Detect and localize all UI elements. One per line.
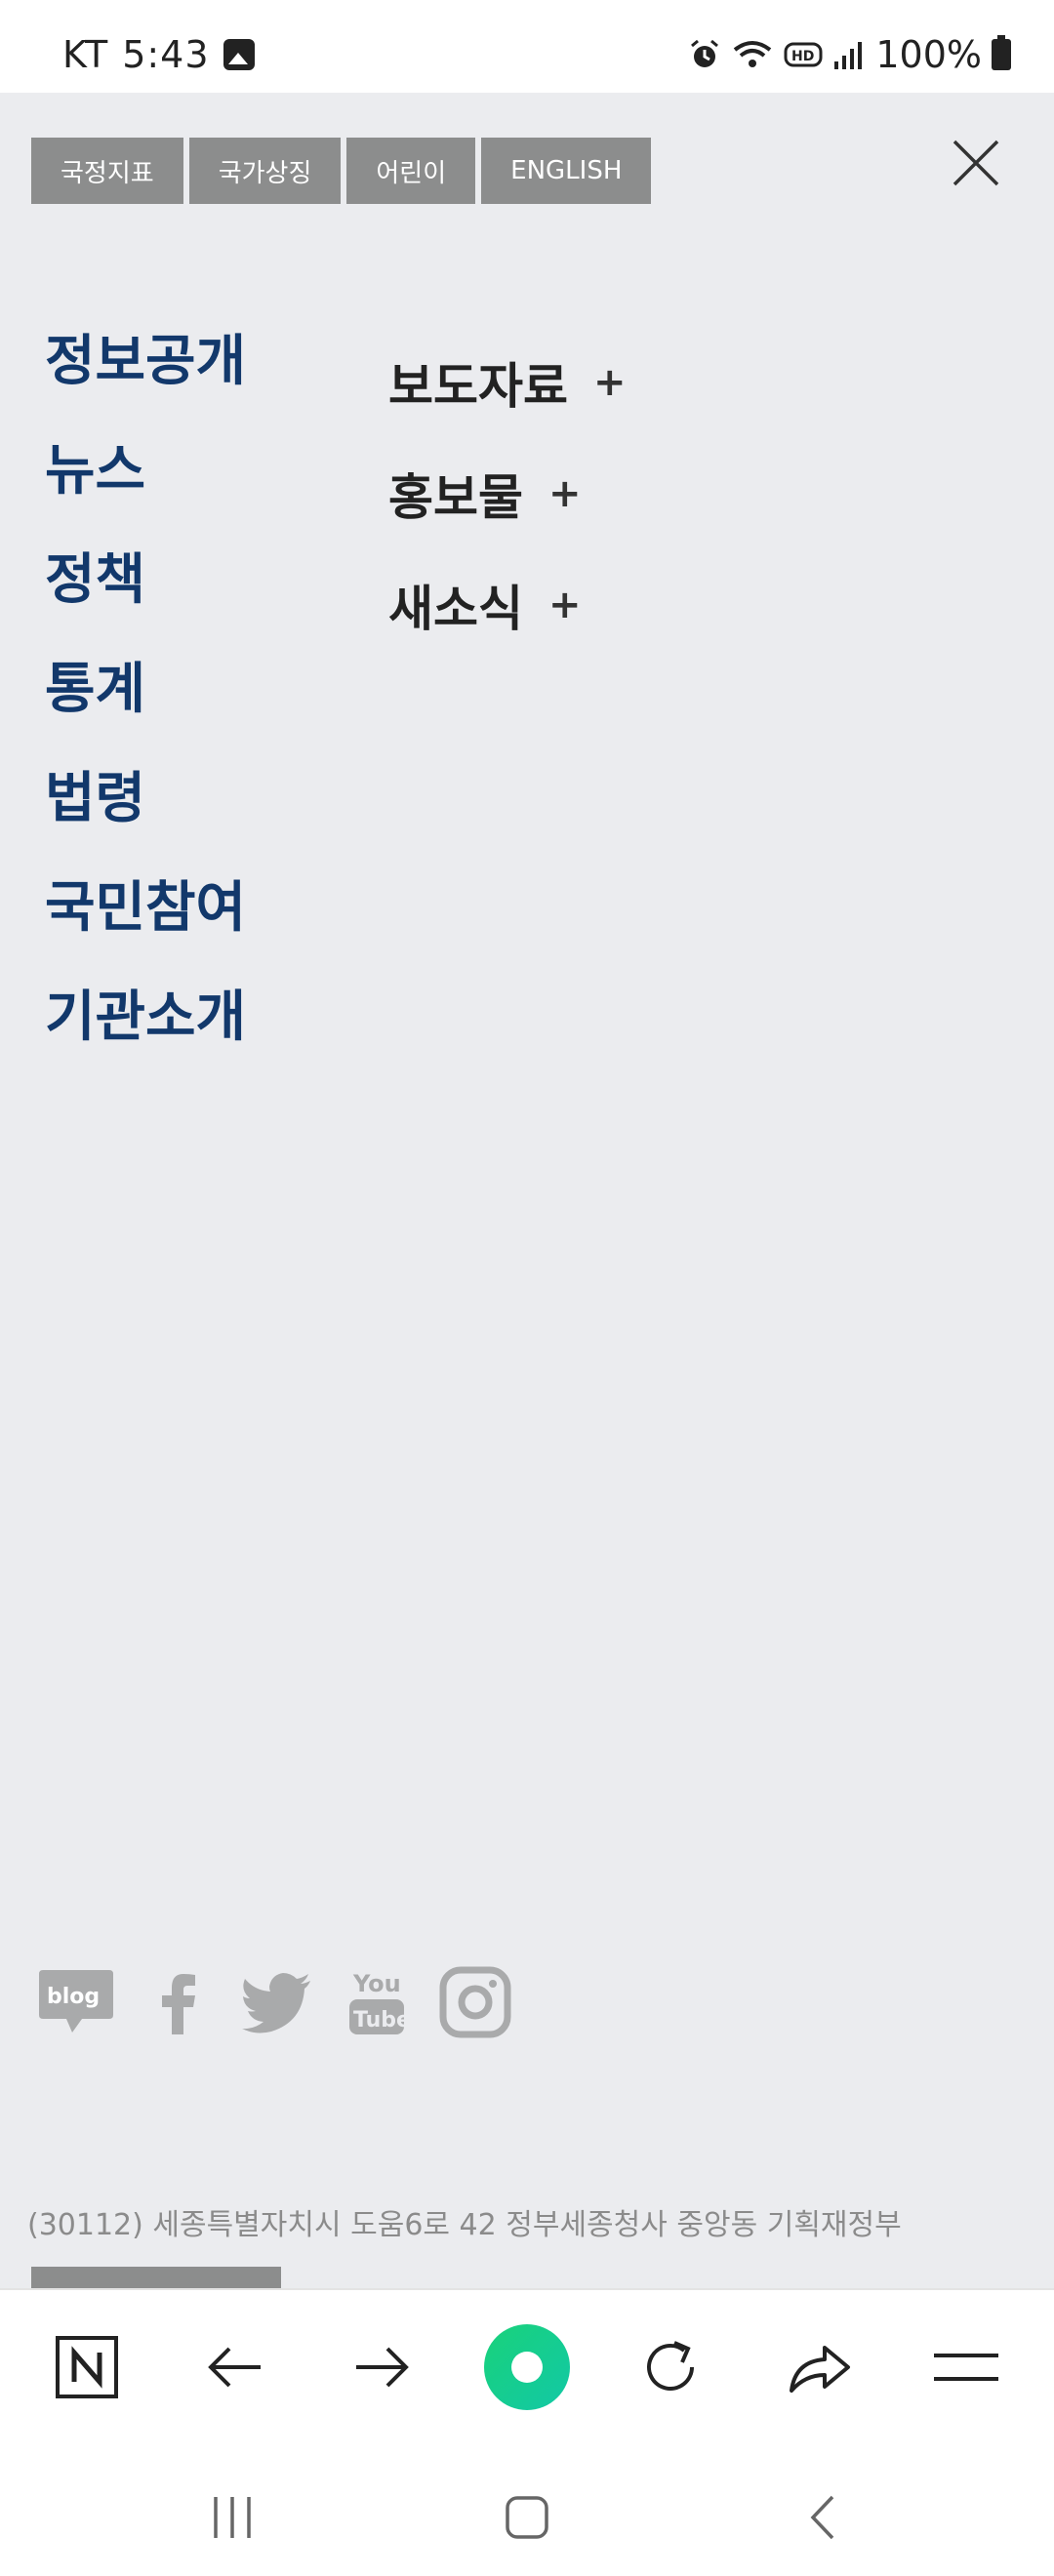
battery-icon [992,35,1011,70]
home-green-icon [484,2324,570,2410]
main-menu-news[interactable]: 뉴스 [45,417,246,526]
quick-link-english[interactable]: ENGLISH [481,138,652,204]
quick-links: 국정지표 국가상징 어린이 ENGLISH [31,138,652,204]
menu-icon [934,2354,998,2381]
signal-icon [834,42,863,69]
main-menu-laws[interactable]: 법령 [45,745,246,854]
youtube-icon: You Tube [349,1970,406,2034]
clock: 5:43 [122,33,210,76]
sub-menu-item-press-release[interactable]: 보도자료 + [388,327,627,438]
recents-button[interactable] [193,2478,271,2556]
sub-menu-label: 새소식 [388,581,523,637]
hd-icon: HD [784,42,823,67]
back-button[interactable] [191,2323,279,2411]
gallery-icon [223,39,255,70]
forward-button[interactable] [338,2323,426,2411]
browser-toolbar [0,2288,1054,2441]
expand-plus-icon[interactable]: + [593,360,627,405]
svg-text:blog: blog [47,1985,100,2009]
reload-icon [647,2341,694,2391]
home-button[interactable] [488,2478,566,2556]
social-links: blog You Tube [37,1966,511,2038]
svg-text:HD: HD [791,49,814,64]
main-menu-participation[interactable]: 국민참여 [45,854,246,963]
blog-icon: blog [39,1970,113,2033]
carrier-label: KT [62,33,109,76]
close-icon [953,140,999,186]
youtube-link[interactable]: You Tube [347,1966,406,2038]
recents-icon [214,2497,251,2538]
browser-menu-button[interactable] [922,2323,1010,2411]
main-menu-statistics[interactable]: 통계 [45,635,246,745]
twitter-link[interactable] [240,1971,314,2033]
svg-text:Tube: Tube [353,2008,406,2033]
reload-button[interactable] [628,2323,715,2411]
expand-plus-icon[interactable]: + [548,583,582,627]
back-nav-icon [810,2495,834,2540]
naver-button[interactable] [43,2323,131,2411]
sub-menu-label: 보도자료 [388,358,568,415]
quick-link-national-symbols[interactable]: 국가상징 [188,138,342,204]
share-icon [790,2346,850,2393]
main-menu: 정보공개 뉴스 정책 통계 법령 국민참여 기관소개 [45,307,246,1072]
system-back-button[interactable] [785,2478,863,2556]
quick-link-national-agenda[interactable]: 국정지표 [31,138,183,204]
status-bar: KT 5:43 HD 100% [0,0,1054,93]
system-navigation-bar [0,2439,1054,2576]
battery-percent: 100% [875,33,982,76]
quick-link-kids[interactable]: 어린이 [346,138,476,204]
home-icon [506,2496,548,2539]
back-icon [208,2347,261,2388]
share-button[interactable] [776,2323,864,2411]
site-menu-panel: 국정지표 국가상징 어린이 ENGLISH 정보공개 뉴스 정책 통계 법령 국… [0,93,1054,2333]
expand-plus-icon[interactable]: + [548,471,582,516]
footer-address: (30112) 세종특별자치시 도움6로 42 정부세종청사 중앙동 기획재정부 [27,2208,902,2242]
status-right: HD 100% [688,33,1011,76]
alarm-icon [691,39,719,67]
status-left: KT 5:43 [62,33,255,76]
main-menu-about[interactable]: 기관소개 [45,963,246,1072]
wifi-icon [734,41,772,67]
sub-menu: 보도자료 + 홍보물 + 새소식 + [388,327,627,661]
sub-menu-item-news[interactable]: 새소식 + [388,549,627,661]
instagram-icon [439,1966,511,2038]
facebook-icon [162,1974,195,2034]
svg-text:You: You [352,1970,401,1997]
forward-icon [356,2347,409,2388]
sub-menu-item-promotional[interactable]: 홍보물 + [388,438,627,549]
sub-menu-label: 홍보물 [388,469,523,526]
close-button[interactable] [945,132,1007,194]
instagram-link[interactable] [439,1966,511,2038]
main-menu-info-disclosure[interactable]: 정보공개 [45,307,246,417]
blog-link[interactable]: blog [37,1966,115,2038]
twitter-icon [242,1973,310,2033]
main-menu-policy[interactable]: 정책 [45,526,246,635]
facebook-link[interactable] [148,1966,207,2038]
green-home-button[interactable] [483,2323,571,2411]
naver-icon [56,2336,118,2398]
